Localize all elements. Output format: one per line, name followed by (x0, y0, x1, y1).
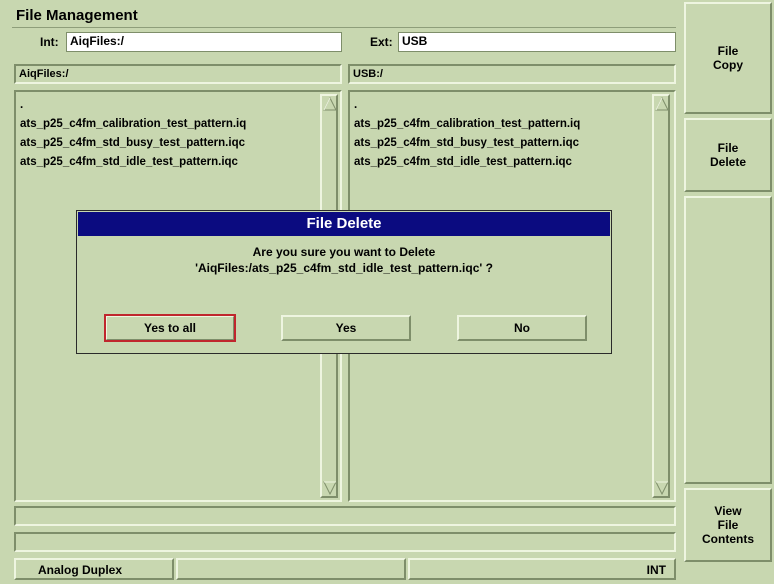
file-management-window: File Management File Copy File Delete Vi… (0, 0, 774, 584)
title-bar: File Management (12, 4, 676, 28)
list-item[interactable]: ats_p25_c4fm_calibration_test_pattern.iq (20, 115, 246, 134)
status-source: INT (646, 563, 666, 577)
view-file-contents-button[interactable]: View File Contents (684, 488, 772, 562)
window-title: File Management (16, 7, 138, 24)
dialog-message-line2: 'AiqFiles:/ats_p25_c4fm_std_idle_test_pa… (195, 261, 493, 275)
scroll-up-icon[interactable] (323, 97, 337, 111)
file-copy-button[interactable]: File Copy (684, 2, 772, 114)
status-source-cell: INT (408, 558, 676, 580)
int-location-input[interactable]: AiqFiles:/ (66, 32, 342, 52)
yes-to-all-button[interactable]: Yes to all (104, 314, 236, 342)
ext-file-items: . ats_p25_c4fm_calibration_test_pattern.… (354, 96, 580, 172)
list-item[interactable]: ats_p25_c4fm_std_idle_test_pattern.iqc (20, 153, 246, 172)
list-item[interactable]: ats_p25_c4fm_std_busy_test_pattern.iqc (20, 134, 246, 153)
list-item[interactable]: ats_p25_c4fm_std_idle_test_pattern.iqc (354, 153, 580, 172)
ext-path-bar: USB:/ (348, 64, 676, 84)
file-delete-button[interactable]: File Delete (684, 118, 772, 192)
int-field-row: Int: AiqFiles:/ (14, 30, 344, 56)
ext-scrollbar[interactable] (652, 94, 670, 498)
file-delete-dialog: File Delete Are you sure you want to Del… (76, 210, 612, 354)
view-file-contents-label: View File Contents (702, 504, 754, 546)
blank-softkey[interactable] (684, 196, 772, 484)
file-delete-label: File Delete (709, 141, 747, 169)
ext-path-label: USB:/ (353, 68, 383, 80)
list-item[interactable]: . (20, 96, 246, 115)
status-mode: Analog Duplex (38, 563, 123, 577)
file-copy-label: File Copy (713, 44, 743, 72)
list-item[interactable]: ats_p25_c4fm_calibration_test_pattern.iq (354, 115, 580, 134)
list-item[interactable]: . (354, 96, 580, 115)
int-path-bar: AiqFiles:/ (14, 64, 342, 84)
ext-field-row: Ext: USB (348, 30, 678, 56)
scroll-down-icon[interactable] (323, 481, 337, 495)
int-path-label: AiqFiles:/ (19, 68, 69, 80)
ext-label: Ext: (370, 35, 393, 49)
scroll-down-icon[interactable] (655, 481, 669, 495)
no-button[interactable]: No (457, 315, 587, 341)
dialog-message-line1: Are you sure you want to Delete (252, 245, 436, 259)
int-label: Int: (40, 35, 59, 49)
status-mode-cell: Analog Duplex (14, 558, 174, 580)
info-bar-2 (14, 532, 676, 552)
status-cell-2 (176, 558, 406, 580)
dialog-title: File Delete (78, 212, 610, 236)
list-item[interactable]: ats_p25_c4fm_std_busy_test_pattern.iqc (354, 134, 580, 153)
scroll-up-icon[interactable] (655, 97, 669, 111)
yes-button[interactable]: Yes (281, 315, 411, 341)
int-file-items: . ats_p25_c4fm_calibration_test_pattern.… (20, 96, 246, 172)
ext-location-input[interactable]: USB (398, 32, 676, 52)
info-bar-1 (14, 506, 676, 526)
